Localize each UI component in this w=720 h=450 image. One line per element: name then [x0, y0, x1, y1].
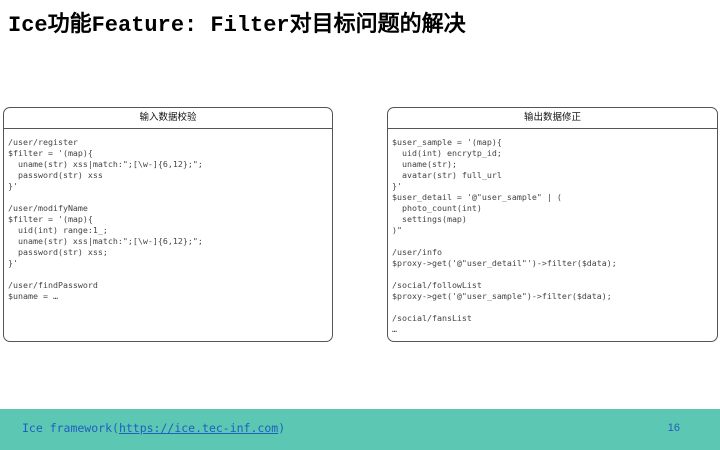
- footer-credit: Ice framework(https://ice.tec-inf.com): [22, 421, 285, 435]
- code-line: photo_count(int): [392, 203, 482, 213]
- code-line: $proxy->get('@"user_detail"')->filter($d…: [392, 258, 617, 268]
- code-line: /user/modifyName: [8, 203, 88, 213]
- code-line: uid(int) encrytp_id;: [392, 148, 502, 158]
- code-line: }': [392, 181, 402, 191]
- footer-suffix: ): [278, 421, 286, 435]
- input-validation-code: /user/register $filter = '(map){ uname(s…: [4, 129, 332, 302]
- code-line: password(str) xss;: [8, 247, 108, 257]
- output-correction-header: 输出数据修正: [388, 108, 717, 129]
- code-line: /social/fansList: [392, 313, 472, 323]
- code-line: /social/followList: [392, 280, 482, 290]
- code-line: $user_detail = '@"user_sample" | (: [392, 192, 562, 202]
- code-line: }': [8, 258, 18, 268]
- code-line: uname(str);: [392, 159, 457, 169]
- code-line: $user_sample = '(map){: [392, 137, 502, 147]
- output-correction-panel: 输出数据修正 $user_sample = '(map){ uid(int) e…: [387, 107, 718, 342]
- code-line: settings(map): [392, 214, 467, 224]
- footer-bar: Ice framework(https://ice.tec-inf.com) 1…: [0, 409, 720, 450]
- code-line: avatar(str) full_url: [392, 170, 502, 180]
- ice-framework-link[interactable]: https://ice.tec-inf.com: [119, 421, 278, 435]
- slide-title: Ice功能Feature: Filter对目标问题的解决: [8, 13, 466, 38]
- output-correction-code: $user_sample = '(map){ uid(int) encrytp_…: [388, 129, 717, 335]
- input-validation-header: 输入数据校验: [4, 108, 332, 129]
- code-line: }': [8, 181, 18, 191]
- code-line: )": [392, 225, 402, 235]
- code-line: /user/findPassword: [8, 280, 98, 290]
- page-number: 16: [667, 422, 680, 434]
- code-line: $filter = '(map){: [8, 148, 93, 158]
- code-line: uname(str) xss|match:";[\w-]{6,12};";: [8, 159, 203, 169]
- code-line: /user/info: [392, 247, 442, 257]
- code-line: …: [392, 324, 397, 334]
- footer-prefix: Ice framework(: [22, 421, 119, 435]
- input-validation-panel: 输入数据校验 /user/register $filter = '(map){ …: [3, 107, 333, 342]
- code-line: uid(int) range:1_;: [8, 225, 108, 235]
- code-line: $filter = '(map){: [8, 214, 93, 224]
- code-line: /user/register: [8, 137, 78, 147]
- code-line: password(str) xss: [8, 170, 103, 180]
- code-line: uname(str) xss|match:";[\w-]{6,12};";: [8, 236, 203, 246]
- code-line: $uname = …: [8, 291, 58, 301]
- code-line: $proxy->get('@"user_sample")->filter($da…: [392, 291, 612, 301]
